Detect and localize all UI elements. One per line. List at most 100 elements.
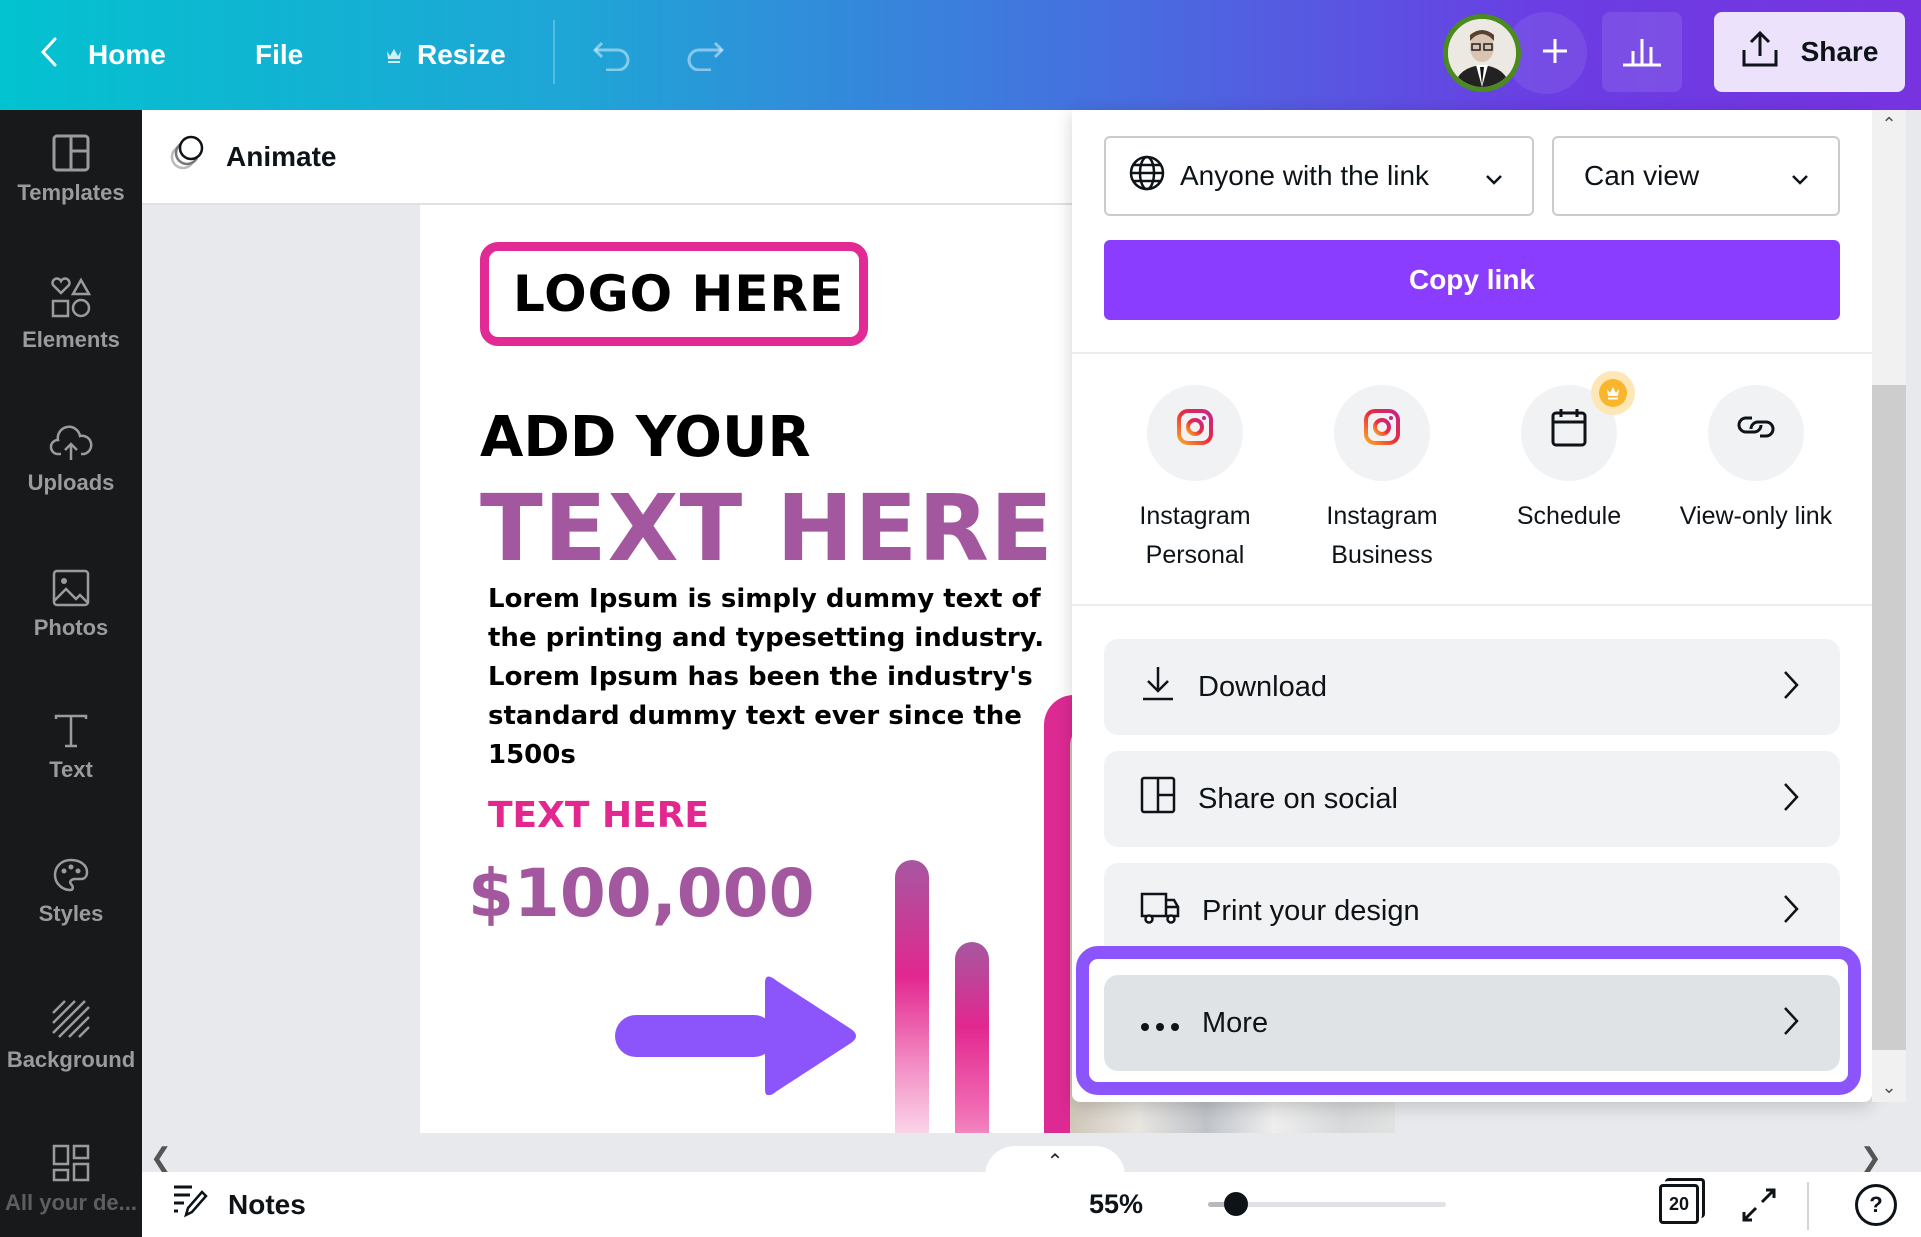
action-label: Print your design bbox=[1202, 894, 1420, 927]
resize-button[interactable]: Resize bbox=[385, 0, 506, 110]
help-icon: ? bbox=[1869, 1192, 1883, 1217]
insights-button[interactable] bbox=[1602, 12, 1682, 92]
toolbar-divider bbox=[553, 20, 555, 84]
price-text[interactable]: $100,000 bbox=[468, 855, 815, 932]
action-label: More bbox=[1202, 1006, 1269, 1039]
file-menu-button[interactable]: File bbox=[255, 0, 303, 110]
avatar[interactable] bbox=[1443, 14, 1521, 92]
image-icon bbox=[52, 569, 90, 607]
share-option-view-only-link[interactable]: View-only link bbox=[1666, 385, 1846, 536]
scroll-up-icon[interactable]: ⌃ bbox=[1872, 114, 1906, 135]
heading-text-here[interactable]: TEXT HERE bbox=[480, 475, 1054, 582]
sidebar-item-label: Uploads bbox=[27, 470, 115, 495]
scrollbar-thumb[interactable] bbox=[1872, 385, 1906, 1050]
redo-icon bbox=[685, 39, 725, 71]
access-select-value: Anyone with the link bbox=[1180, 160, 1430, 191]
share-on-social-button[interactable]: Share on social bbox=[1104, 751, 1840, 847]
permission-select-value: Can view bbox=[1584, 160, 1700, 191]
option-label: View-only link bbox=[1679, 502, 1833, 530]
zoom-percent[interactable]: 55% bbox=[1089, 1172, 1143, 1237]
action-label: Download bbox=[1198, 670, 1327, 703]
redo-button[interactable] bbox=[685, 0, 725, 110]
print-design-button[interactable]: Print your design bbox=[1104, 863, 1840, 959]
option-label: Business bbox=[1331, 541, 1433, 569]
option-label: Instagram bbox=[1326, 502, 1438, 530]
access-select[interactable]: Anyone with the link bbox=[1104, 136, 1534, 216]
animate-button[interactable]: Animate bbox=[142, 110, 1072, 205]
sidebar-item-label: Photos bbox=[33, 615, 109, 640]
notes-label: Notes bbox=[228, 1188, 306, 1220]
share-option-instagram-business[interactable]: Instagram Business bbox=[1292, 385, 1472, 575]
option-icon-circle bbox=[1521, 371, 1635, 481]
sidebar-item-styles[interactable]: Styles bbox=[0, 832, 142, 952]
download-button[interactable]: Download bbox=[1104, 639, 1840, 735]
ellipsis-icon bbox=[1140, 1007, 1180, 1040]
sidebar-item-all-designs[interactable]: All your de... bbox=[0, 1120, 142, 1237]
panel-scrollbar[interactable]: ⌃ ⌄ bbox=[1872, 110, 1906, 1102]
globe-icon bbox=[1128, 154, 1166, 199]
sidebar-item-label: Elements bbox=[22, 327, 120, 352]
help-button[interactable]: ? bbox=[1855, 1184, 1897, 1226]
decorative-bar[interactable] bbox=[955, 942, 989, 1133]
animate-icon bbox=[168, 133, 208, 180]
home-label: Home bbox=[88, 39, 166, 70]
option-icon-circle bbox=[1147, 385, 1243, 481]
templates-icon bbox=[52, 134, 90, 172]
crown-icon bbox=[385, 39, 403, 71]
page-count-button[interactable]: 20 bbox=[1659, 1184, 1699, 1224]
premium-badge bbox=[1591, 371, 1635, 415]
zoom-slider-thumb[interactable] bbox=[1224, 1192, 1248, 1216]
chevron-right-icon bbox=[1782, 781, 1800, 821]
share-button[interactable]: Share bbox=[1714, 12, 1905, 92]
sidebar-item-uploads[interactable]: Uploads bbox=[0, 400, 142, 520]
sidebar-item-text[interactable]: Text bbox=[0, 688, 142, 808]
plus-icon bbox=[1541, 37, 1569, 70]
sidebar-item-label: Templates bbox=[17, 180, 125, 205]
option-label: Personal bbox=[1145, 541, 1245, 569]
sidebar-item-label: All your de... bbox=[4, 1190, 138, 1215]
scroll-down-icon[interactable]: ⌄ bbox=[1872, 1077, 1906, 1098]
instagram-icon bbox=[1176, 408, 1214, 458]
body-text[interactable]: Lorem Ipsum is simply dummy text of the … bbox=[488, 580, 1068, 775]
option-label: Schedule bbox=[1516, 502, 1622, 530]
top-bar: Home File Resize Share bbox=[0, 0, 1921, 110]
scroll-right-icon[interactable]: ❯ bbox=[1860, 1142, 1882, 1173]
scroll-left-icon[interactable]: ❮ bbox=[150, 1142, 172, 1173]
download-icon bbox=[1140, 665, 1176, 709]
option-label: Instagram bbox=[1139, 502, 1251, 530]
share-panel: Anyone with the link Can view Copy link … bbox=[1072, 110, 1872, 1102]
elements-icon bbox=[50, 277, 92, 319]
home-button[interactable]: Home bbox=[40, 0, 166, 110]
permission-select[interactable]: Can view bbox=[1552, 136, 1840, 216]
undo-icon bbox=[592, 39, 632, 71]
decorative-bar[interactable] bbox=[895, 860, 929, 1133]
chevron-down-icon bbox=[1790, 162, 1810, 194]
sidebar-item-templates[interactable]: Templates bbox=[0, 110, 142, 230]
share-option-schedule[interactable]: Schedule bbox=[1479, 371, 1659, 536]
calendar-icon bbox=[1550, 407, 1588, 459]
sidebar: Templates Elements Uploads Photos Text S… bbox=[0, 110, 142, 1237]
heading-add-your[interactable]: ADD YOUR bbox=[480, 405, 811, 470]
palette-icon bbox=[52, 857, 90, 893]
crown-icon bbox=[1605, 374, 1621, 413]
copy-link-button[interactable]: Copy link bbox=[1104, 240, 1840, 320]
upload-icon bbox=[1741, 30, 1779, 75]
sidebar-item-label: Text bbox=[49, 757, 93, 782]
subheading-text-here[interactable]: TEXT HERE bbox=[488, 795, 709, 836]
undo-button[interactable] bbox=[592, 0, 632, 110]
notes-button[interactable]: Notes bbox=[172, 1172, 306, 1237]
sidebar-item-photos[interactable]: Photos bbox=[0, 545, 142, 665]
fullscreen-button[interactable] bbox=[1740, 1186, 1778, 1229]
chevron-right-icon bbox=[1782, 669, 1800, 709]
arrow-right-graphic[interactable] bbox=[615, 975, 860, 1100]
sidebar-item-elements[interactable]: Elements bbox=[0, 255, 142, 375]
logo-placeholder[interactable]: LOGO HERE bbox=[480, 242, 868, 346]
share-option-instagram-personal[interactable]: Instagram Personal bbox=[1105, 385, 1285, 575]
action-label: Share on social bbox=[1198, 782, 1398, 815]
bottom-bar: Notes 55% 20 ? bbox=[142, 1172, 1921, 1237]
sidebar-item-background[interactable]: Background bbox=[0, 976, 142, 1096]
more-button[interactable]: More bbox=[1104, 975, 1840, 1071]
file-label: File bbox=[255, 39, 304, 70]
resize-label: Resize bbox=[417, 39, 506, 70]
grid-icon bbox=[52, 1144, 90, 1182]
